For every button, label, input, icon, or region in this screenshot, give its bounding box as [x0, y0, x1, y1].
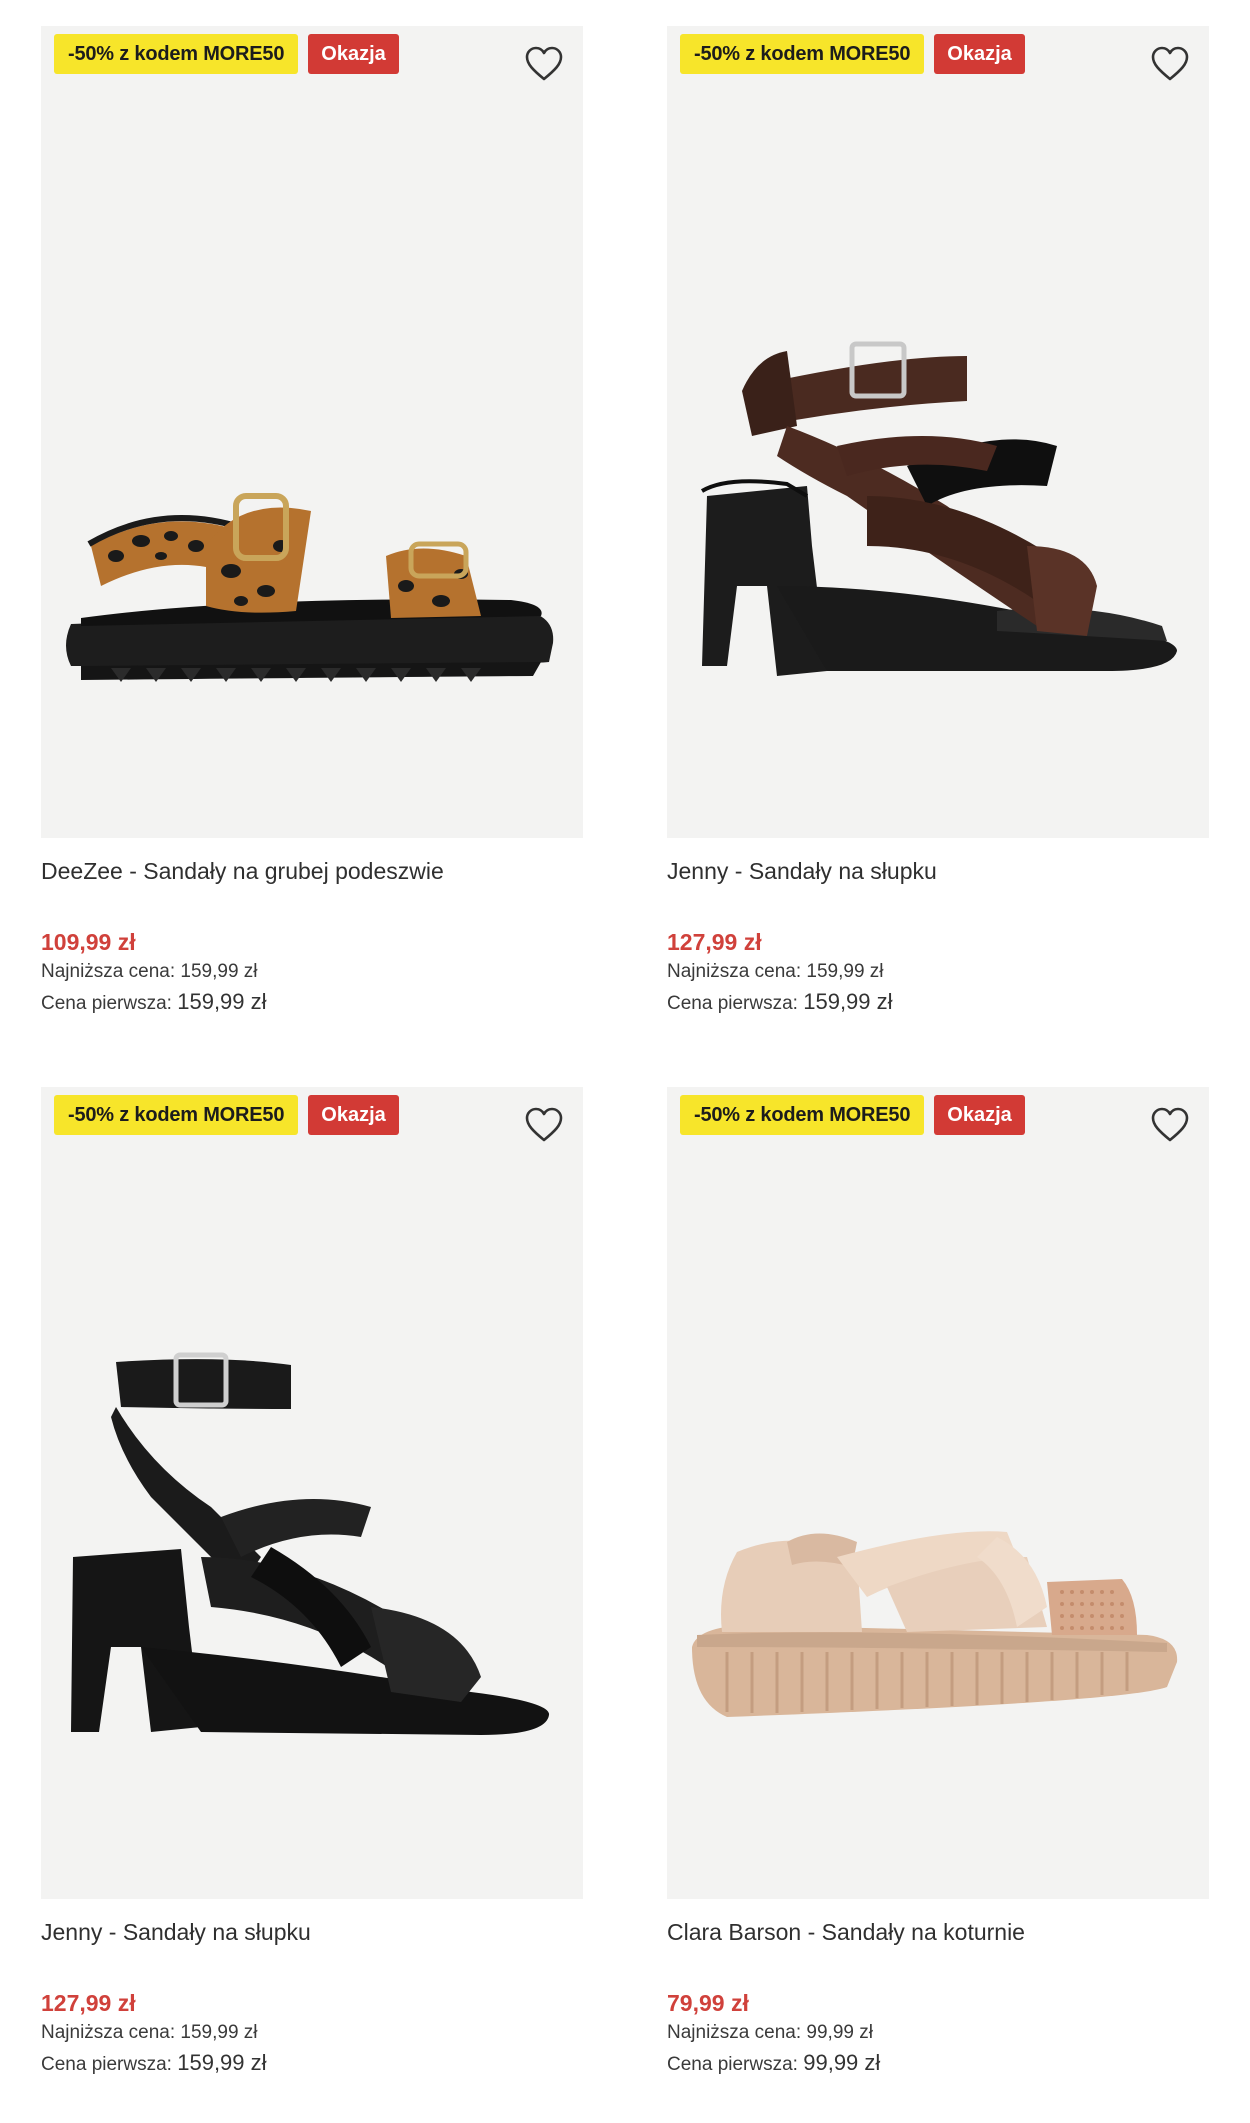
lowest-price-value: 159,99 zł: [180, 961, 258, 982]
original-price-value: 159,99 zł: [177, 989, 267, 1014]
product-image[interactable]: -50% z kodem MORE50 Okazja: [667, 1087, 1209, 1899]
deal-badge: Okazja: [308, 1095, 399, 1135]
product-card[interactable]: -50% z kodem MORE50 Okazja DeeZee - Sand…: [41, 26, 583, 1019]
badge-group: -50% z kodem MORE50 Okazja: [54, 34, 399, 74]
original-price-row: Cena pierwsza: 159,99 zł: [41, 987, 583, 1019]
deal-badge: Okazja: [934, 1095, 1025, 1135]
product-price: 127,99 zł: [667, 929, 762, 955]
original-price-row: Cena pierwsza: 159,99 zł: [41, 2048, 583, 2080]
heart-icon[interactable]: [1149, 1105, 1191, 1145]
product-image[interactable]: -50% z kodem MORE50 Okazja: [41, 26, 583, 838]
product-photo-leopard-sandal: [66, 493, 554, 682]
lowest-price-label: Najniższa cena:: [667, 2022, 802, 2043]
original-price-label: Cena pierwsza:: [41, 993, 172, 1014]
original-price-label: Cena pierwsza:: [667, 2054, 798, 2075]
product-title[interactable]: Clara Barson - Sandały na koturnie: [667, 1917, 1209, 1947]
product-price: 79,99 zł: [667, 1990, 749, 2016]
product-image[interactable]: -50% z kodem MORE50 Okazja: [667, 26, 1209, 838]
heart-icon[interactable]: [523, 1105, 565, 1145]
original-price-label: Cena pierwsza:: [667, 993, 798, 1014]
lowest-price-value: 159,99 zł: [180, 2022, 258, 2043]
promo-badge: -50% z kodem MORE50: [54, 34, 299, 74]
deal-badge: Okazja: [934, 34, 1025, 74]
badge-group: -50% z kodem MORE50 Okazja: [54, 1095, 399, 1135]
promo-badge: -50% z kodem MORE50: [54, 1095, 299, 1135]
promo-badge: -50% z kodem MORE50: [680, 34, 925, 74]
promo-badge: -50% z kodem MORE50: [680, 1095, 925, 1135]
lowest-price-row: Najniższa cena: 159,99 zł: [41, 957, 583, 987]
original-price-row: Cena pierwsza: 159,99 zł: [667, 987, 1209, 1019]
lowest-price-row: Najniższa cena: 99,99 zł: [667, 2018, 1209, 2048]
product-photo-brown-block-heel: [700, 341, 1177, 676]
product-price: 109,99 zł: [41, 929, 136, 955]
heart-icon[interactable]: [523, 44, 565, 84]
product-title[interactable]: DeeZee - Sandały na grubej podeszwie: [41, 856, 583, 886]
lowest-price-label: Najniższa cena:: [667, 961, 802, 982]
product-title[interactable]: Jenny - Sandały na słupku: [667, 856, 1209, 886]
original-price-row: Cena pierwsza: 99,99 zł: [667, 2048, 1209, 2080]
product-card[interactable]: -50% z kodem MORE50 Okazja Jenny - Sanda…: [667, 26, 1209, 1019]
product-image[interactable]: -50% z kodem MORE50 Okazja: [41, 1087, 583, 1899]
badge-group: -50% z kodem MORE50 Okazja: [680, 1095, 1025, 1135]
product-price: 127,99 zł: [41, 1990, 136, 2016]
product-photo-black-block-heel: [71, 1352, 550, 1735]
lowest-price-label: Najniższa cena:: [41, 961, 176, 982]
badge-group: -50% z kodem MORE50 Okazja: [680, 34, 1025, 74]
original-price-value: 159,99 zł: [177, 2050, 267, 2075]
product-title[interactable]: Jenny - Sandały na słupku: [41, 1917, 583, 1947]
lowest-price-value: 99,99 zł: [806, 2022, 873, 2043]
lowest-price-label: Najniższa cena:: [41, 2022, 176, 2043]
deal-badge: Okazja: [308, 34, 399, 74]
product-card[interactable]: -50% z kodem MORE50 Okazja Jenny - Sanda…: [41, 1087, 583, 2080]
lowest-price-row: Najniższa cena: 159,99 zł: [667, 957, 1209, 987]
heart-icon[interactable]: [1149, 44, 1191, 84]
original-price-value: 99,99 zł: [803, 2050, 881, 2075]
product-card[interactable]: -50% z kodem MORE50 Okazja Clara Barson …: [667, 1087, 1209, 2080]
lowest-price-value: 159,99 zł: [806, 961, 884, 982]
lowest-price-row: Najniższa cena: 159,99 zł: [41, 2018, 583, 2048]
original-price-value: 159,99 zł: [803, 989, 893, 1014]
original-price-label: Cena pierwsza:: [41, 2054, 172, 2075]
product-photo-beige-wedge-sandal: [692, 1531, 1178, 1717]
